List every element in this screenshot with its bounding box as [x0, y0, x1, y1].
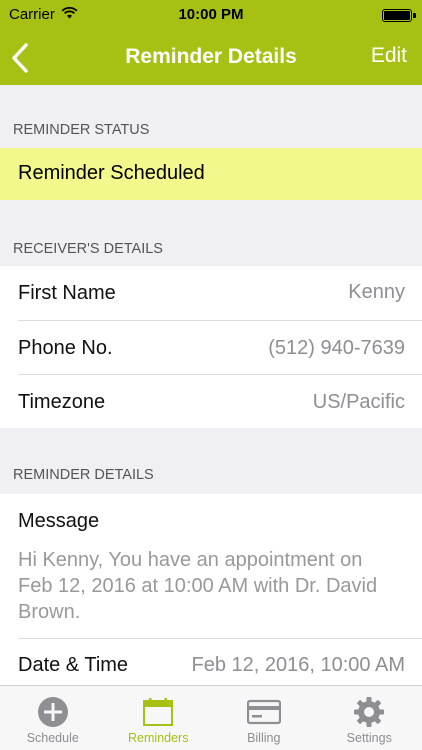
- date-time-label: Date & Time: [18, 654, 129, 676]
- first-name-row[interactable]: First Name Kenny: [0, 266, 422, 320]
- timezone-label: Timezone: [18, 391, 106, 413]
- message-label: Message: [18, 510, 100, 532]
- gear-icon: [351, 696, 387, 728]
- reminder-details-content[interactable]: REMINDER STATUS Reminder Scheduled RECEI…: [0, 85, 422, 685]
- status-bar: Carrier 10:00 PM: [0, 0, 422, 30]
- section-header-reminder-status: REMINDER STATUS: [13, 122, 150, 138]
- section-header-reminder-details: REMINDER DETAILS: [13, 467, 154, 483]
- tab-bar: Schedule Reminders Billing Settings: [0, 685, 422, 750]
- tab-billing[interactable]: Billing: [211, 686, 317, 750]
- timezone-value: US/Pacific: [312, 391, 405, 413]
- receiver-details-group: First Name Kenny Phone No. (512) 940-763…: [0, 266, 422, 428]
- tab-label: Settings: [346, 731, 392, 745]
- phone-label: Phone No.: [18, 337, 113, 359]
- timezone-row[interactable]: Timezone US/Pacific: [0, 375, 422, 428]
- tab-label: Billing: [247, 731, 281, 745]
- calendar-icon: [140, 696, 176, 728]
- battery-icon: [382, 9, 416, 22]
- tab-label: Reminders: [128, 731, 189, 745]
- message-value: Hi Kenny, You have an appointment on Feb…: [18, 549, 378, 623]
- date-time-value: Feb 12, 2016, 10:00 AM: [191, 654, 406, 676]
- navigation-bar: Reminder Details Edit: [0, 30, 422, 85]
- tab-settings[interactable]: Settings: [317, 686, 422, 750]
- tab-label: Schedule: [26, 731, 79, 745]
- reminder-status-row: Reminder Scheduled: [0, 148, 422, 200]
- date-time-row[interactable]: Date & Time Feb 12, 2016, 10:00 AM: [0, 639, 422, 685]
- reminder-status-value: Reminder Scheduled: [18, 162, 205, 184]
- page-title: Reminder Details: [125, 45, 297, 68]
- tab-reminders[interactable]: Reminders: [106, 686, 212, 750]
- section-header-receiver-details: RECEIVER'S DETAILS: [13, 241, 163, 257]
- phone-value: (512) 940-7639: [268, 337, 405, 359]
- phone-row[interactable]: Phone No. (512) 940-7639: [0, 321, 422, 374]
- first-name-label: First Name: [18, 282, 116, 304]
- edit-button[interactable]: Edit: [371, 44, 407, 68]
- tab-schedule[interactable]: Schedule: [0, 686, 106, 750]
- first-name-value: Kenny: [348, 281, 405, 303]
- credit-card-icon: [246, 696, 282, 728]
- plus-circle-icon: [35, 696, 71, 728]
- reminder-details-group: Message Hi Kenny, You have an appointmen…: [0, 494, 422, 685]
- message-row[interactable]: Message Hi Kenny, You have an appointmen…: [0, 494, 422, 638]
- status-time: 10:00 PM: [178, 6, 244, 23]
